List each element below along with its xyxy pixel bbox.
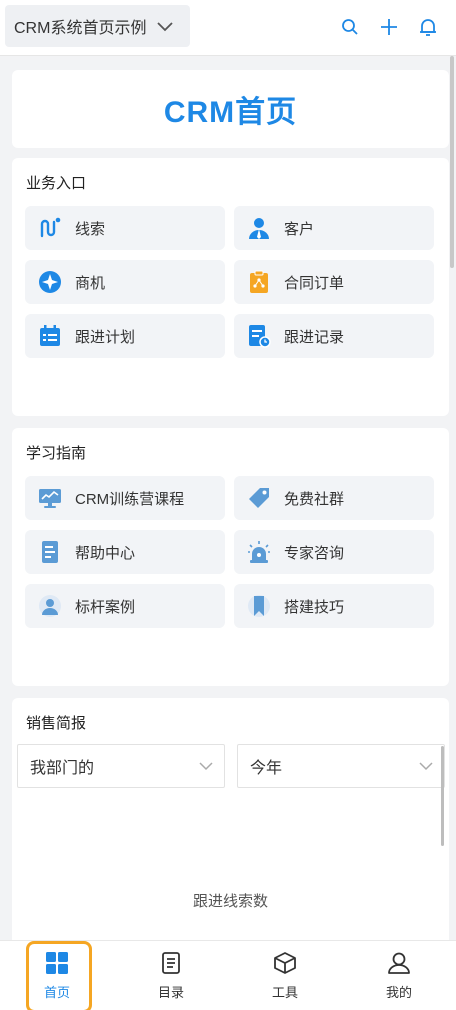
section-title: 业务入口 [26, 175, 87, 192]
monitor-icon [37, 485, 63, 511]
entry-leads[interactable]: 线索 [25, 206, 225, 250]
search-icon[interactable] [340, 16, 360, 38]
tab-mine[interactable]: 我的 [342, 941, 456, 1010]
profile-icon [386, 950, 412, 976]
entry-label: 专家咨询 [284, 544, 345, 562]
metric-label: 跟进线索数 [192, 893, 268, 910]
entry-label: 客户 [284, 220, 315, 238]
section-title: 销售简报 [26, 715, 87, 732]
user-icon [246, 215, 272, 241]
tab-label: 首页 [43, 985, 70, 1000]
tab-label: 我的 [385, 985, 412, 1000]
guide-free-community[interactable]: 免费社群 [234, 476, 434, 520]
compass-icon [37, 269, 63, 295]
guide-build-tips[interactable]: 搭建技巧 [234, 584, 434, 628]
entry-label: 帮助中心 [75, 544, 136, 562]
top-bar: CRM系统首页示例 [0, 0, 456, 56]
period-value: 今年 [250, 760, 283, 777]
list-icon [158, 950, 184, 976]
entry-label: 线索 [75, 220, 106, 238]
entry-label: 免费社群 [284, 490, 345, 508]
entry-label: 标杆案例 [75, 598, 136, 616]
entry-label: 跟进计划 [75, 328, 136, 346]
app-name: CRM系统首页示例 [14, 20, 147, 37]
entry-contracts[interactable]: 合同订单 [234, 260, 434, 304]
record-clock-icon [246, 323, 272, 349]
chevron-down-icon [418, 761, 434, 771]
guide-help-center[interactable]: 帮助中心 [25, 530, 225, 574]
tab-label: 目录 [157, 985, 184, 1000]
entry-label: 合同订单 [284, 274, 345, 292]
entry-label: 搭建技巧 [284, 598, 345, 616]
chevron-down-icon [156, 20, 174, 32]
content-area[interactable]: CRM首页 业务入口 线索 客户 商机 合同订单 跟进计划 跟进记录 学习指南 … [0, 56, 456, 940]
box-icon [272, 950, 298, 976]
page-scrollbar[interactable] [450, 56, 454, 268]
learning-guide-card: 学习指南 CRM训练营课程 免费社群 帮助中心 专家咨询 标杆案例 搭建技巧 [12, 428, 449, 686]
scope-value: 我部门的 [30, 760, 95, 777]
tab-home[interactable]: 首页 [0, 941, 114, 1010]
entry-label: CRM训练营课程 [75, 490, 185, 508]
app-switcher[interactable]: CRM系统首页示例 [5, 5, 190, 47]
entry-opportunities[interactable]: 商机 [25, 260, 225, 304]
tag-icon [246, 485, 272, 511]
hero-card: CRM首页 [12, 70, 449, 148]
guide-expert-consult[interactable]: 专家咨询 [234, 530, 434, 574]
bell-icon[interactable] [418, 16, 438, 38]
scope-select[interactable]: 我部门的 [17, 744, 225, 788]
calendar-list-icon [37, 323, 63, 349]
grid-icon [44, 950, 70, 976]
business-entry-card: 业务入口 线索 客户 商机 合同订单 跟进计划 跟进记录 [12, 158, 449, 416]
document-icon [37, 539, 63, 565]
sales-brief-card: 销售简报 我部门的 今年 跟进线索数 [12, 698, 449, 940]
clipboard-icon [246, 269, 272, 295]
guide-benchmark-cases[interactable]: 标杆案例 [25, 584, 225, 628]
period-select[interactable]: 今年 [237, 744, 445, 788]
entry-follow-plan[interactable]: 跟进计划 [25, 314, 225, 358]
guide-training-course[interactable]: CRM训练营课程 [25, 476, 225, 520]
entry-customers[interactable]: 客户 [234, 206, 434, 250]
bookmark-icon [246, 593, 272, 619]
brief-scrollbar[interactable] [441, 746, 444, 846]
bottom-tab-bar: 首页 目录 工具 我的 [0, 940, 456, 1010]
entry-label: 商机 [75, 274, 106, 292]
section-title: 学习指南 [26, 445, 87, 462]
entry-label: 跟进记录 [284, 328, 345, 346]
tab-label: 工具 [271, 985, 298, 1000]
entry-follow-records[interactable]: 跟进记录 [234, 314, 434, 358]
plus-icon[interactable] [379, 16, 399, 38]
tab-tools[interactable]: 工具 [228, 941, 342, 1010]
route-icon [37, 215, 63, 241]
person-icon [37, 593, 63, 619]
alarm-light-icon [246, 539, 272, 565]
chevron-down-icon [198, 761, 214, 771]
page-title: CRM首页 [163, 96, 298, 129]
tab-catalog[interactable]: 目录 [114, 941, 228, 1010]
